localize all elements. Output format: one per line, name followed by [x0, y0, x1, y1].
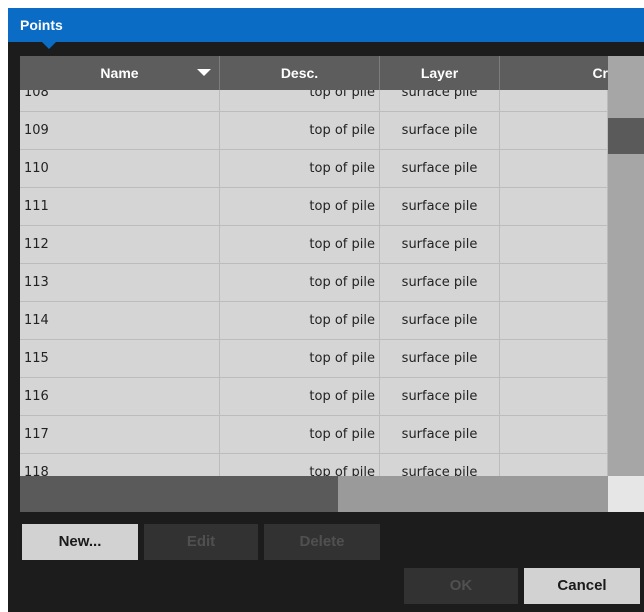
table-row[interactable]: 109 top of pile surface pile: [20, 112, 608, 150]
cell-layer: surface pile: [380, 188, 500, 225]
table-body: 108 top of pile surface pile 109 top of …: [20, 74, 608, 492]
cell-name: 109: [20, 112, 220, 149]
cell-name: 115: [20, 340, 220, 377]
delete-button[interactable]: Delete: [264, 524, 380, 560]
cell-cr: [500, 188, 608, 225]
cell-name: 114: [20, 302, 220, 339]
column-header-layer-label: Layer: [420, 65, 459, 81]
title-tab-pointer-icon: [42, 42, 56, 49]
new-button[interactable]: New...: [22, 524, 138, 560]
vertical-scrollbar-thumb[interactable]: [608, 118, 644, 154]
cell-desc: top of pile: [220, 378, 380, 415]
cell-desc: top of pile: [220, 302, 380, 339]
cell-layer: surface pile: [380, 264, 500, 301]
cell-desc: top of pile: [220, 264, 380, 301]
cell-layer: surface pile: [380, 340, 500, 377]
points-table: Name Desc. Layer Cr 108 top of pile surf…: [20, 56, 644, 512]
points-dialog: Points Name Desc. Layer Cr 108 top of pi…: [8, 8, 644, 612]
table-row[interactable]: 112 top of pile surface pile: [20, 226, 608, 264]
cell-cr: [500, 302, 608, 339]
cell-desc: top of pile: [220, 150, 380, 187]
sort-descending-icon[interactable]: [197, 69, 211, 76]
column-header-name-label: Name: [100, 65, 139, 81]
cell-desc: top of pile: [220, 416, 380, 453]
column-header-desc-label: Desc.: [280, 65, 319, 81]
cell-layer: surface pile: [380, 378, 500, 415]
cell-name: 111: [20, 188, 220, 225]
cancel-button[interactable]: Cancel: [524, 568, 640, 604]
ok-button[interactable]: OK: [404, 568, 518, 604]
cell-cr: [500, 226, 608, 263]
column-header-desc[interactable]: Desc.: [220, 56, 380, 90]
cell-cr: [500, 378, 608, 415]
cell-cr: [500, 150, 608, 187]
column-header-cr-label: Cr: [592, 65, 608, 81]
cell-cr: [500, 264, 608, 301]
cell-name: 110: [20, 150, 220, 187]
table-row[interactable]: 117 top of pile surface pile: [20, 416, 608, 454]
dialog-title: Points: [20, 17, 63, 33]
cell-desc: top of pile: [220, 112, 380, 149]
cell-desc: top of pile: [220, 340, 380, 377]
cell-name: 112: [20, 226, 220, 263]
cell-name: 117: [20, 416, 220, 453]
cell-name: 113: [20, 264, 220, 301]
cell-cr: [500, 340, 608, 377]
table-row[interactable]: 113 top of pile surface pile: [20, 264, 608, 302]
cell-cr: [500, 416, 608, 453]
cell-name: 116: [20, 378, 220, 415]
table-row[interactable]: 114 top of pile surface pile: [20, 302, 608, 340]
cell-layer: surface pile: [380, 226, 500, 263]
cell-layer: surface pile: [380, 302, 500, 339]
column-header-layer[interactable]: Layer: [380, 56, 500, 90]
table-row[interactable]: 115 top of pile surface pile: [20, 340, 608, 378]
cell-desc: top of pile: [220, 226, 380, 263]
table-row[interactable]: 111 top of pile surface pile: [20, 188, 608, 226]
edit-button[interactable]: Edit: [144, 524, 258, 560]
title-bar: Points: [8, 8, 644, 42]
cell-desc: top of pile: [220, 188, 380, 225]
column-header-name[interactable]: Name: [20, 56, 220, 90]
scrollbar-corner: [608, 476, 644, 512]
cell-cr: [500, 112, 608, 149]
vertical-scrollbar[interactable]: [608, 56, 644, 476]
table-row[interactable]: 116 top of pile surface pile: [20, 378, 608, 416]
table-row[interactable]: 110 top of pile surface pile: [20, 150, 608, 188]
cell-layer: surface pile: [380, 150, 500, 187]
horizontal-scrollbar-thumb[interactable]: [20, 476, 338, 512]
column-header-cr[interactable]: Cr: [500, 56, 608, 90]
horizontal-scrollbar[interactable]: [20, 476, 608, 512]
cell-layer: surface pile: [380, 416, 500, 453]
cell-layer: surface pile: [380, 112, 500, 149]
table-header: Name Desc. Layer Cr: [20, 56, 608, 90]
